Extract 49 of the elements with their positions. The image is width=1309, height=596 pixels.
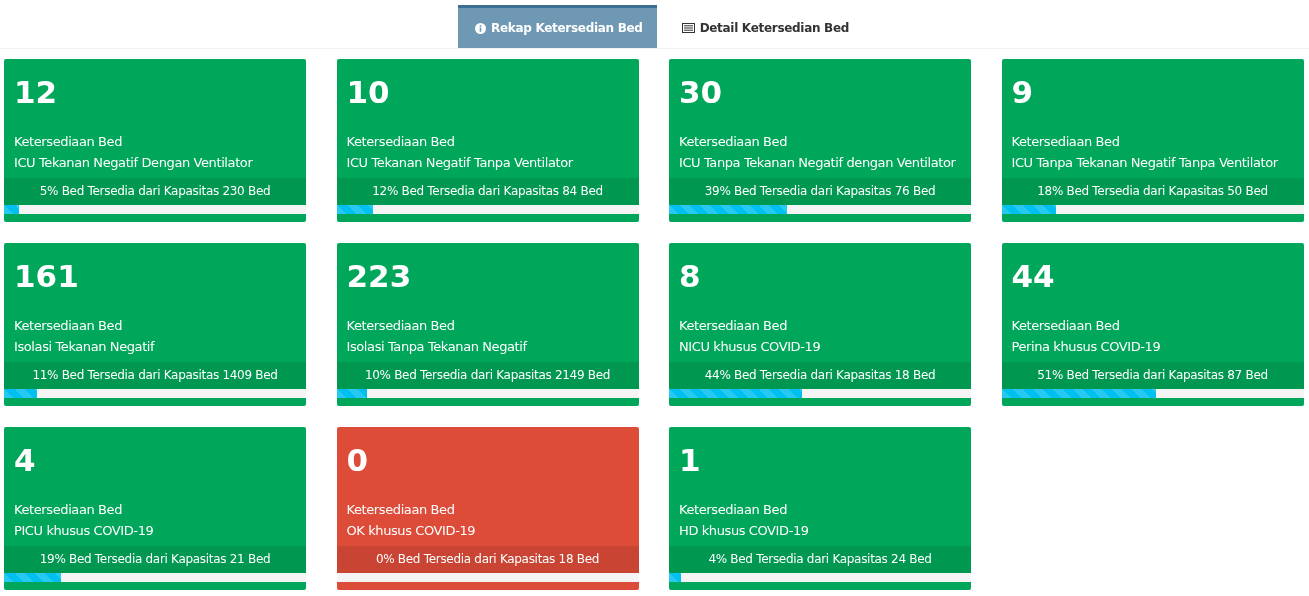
capacity-text: 10% Bed Tersedia dari Kapasitas 2149 Bed <box>336 362 639 389</box>
bed-count: 1 <box>678 441 702 480</box>
capacity-text: 4% Bed Tersedia dari Kapasitas 24 Bed <box>669 546 971 573</box>
card-title: Ketersediaan Bed <box>678 133 789 151</box>
bed-category: Isolasi Tekanan Negatif <box>13 338 156 356</box>
bed-category: NICU khusus COVID-19 <box>678 338 822 356</box>
bed-count: 9 <box>1010 73 1035 112</box>
capacity-text: 18% Bed Tersedia dari Kapasitas 50 Bed <box>1001 178 1304 205</box>
capacity-text: 51% Bed Tersedia dari Kapasitas 87 Bed <box>1001 362 1304 389</box>
list-icon <box>681 23 695 33</box>
tab-label: Detail Ketersedian Bed <box>699 21 850 35</box>
card-title: Ketersediaan Bed <box>1010 317 1121 335</box>
card-title: Ketersediaan Bed <box>13 501 124 519</box>
bed-count: 12 <box>13 73 59 112</box>
bed-count: 8 <box>678 257 702 296</box>
bed-category: HD khusus COVID-19 <box>678 522 810 540</box>
bed-category: Isolasi Tanpa Tekanan Negatif <box>345 338 529 356</box>
card-title: Ketersediaan Bed <box>678 317 789 335</box>
bed-category: ICU Tekanan Negatif Tanpa Ventilator <box>345 154 574 172</box>
capacity-text: 44% Bed Tersedia dari Kapasitas 18 Bed <box>669 362 971 389</box>
tab[interactable]: Detail Ketersedian Bed <box>664 5 864 48</box>
info-icon <box>475 22 486 34</box>
bed-count: 30 <box>678 73 724 112</box>
capacity-text: 11% Bed Tersedia dari Kapasitas 1409 Bed <box>4 362 306 389</box>
card-title: Ketersediaan Bed <box>345 133 456 151</box>
bed-category: Perina khusus COVID-19 <box>1010 338 1162 356</box>
capacity-text: 12% Bed Tersedia dari Kapasitas 84 Bed <box>336 178 639 205</box>
capacity-text: 39% Bed Tersedia dari Kapasitas 76 Bed <box>669 178 971 205</box>
card-title: Ketersediaan Bed <box>13 133 124 151</box>
card-title: Ketersediaan Bed <box>345 317 456 335</box>
bed-count: 4 <box>13 441 37 480</box>
capacity-text: 5% Bed Tersedia dari Kapasitas 230 Bed <box>4 178 306 205</box>
bed-category: ICU Tekanan Negatif Dengan Ventilator <box>13 154 254 172</box>
bed-category: ICU Tanpa Tekanan Negatif dengan Ventilator <box>678 154 957 172</box>
bed-count: 44 <box>1010 257 1056 296</box>
card-title: Ketersediaan Bed <box>1010 133 1121 151</box>
bed-count: 161 <box>13 257 80 296</box>
capacity-text: 0% Bed Tersedia dari Kapasitas 18 Bed <box>336 546 639 573</box>
bed-count: 223 <box>345 257 413 296</box>
tab-label: Rekap Ketersedian Bed <box>491 21 643 35</box>
bed-count: 0 <box>345 441 370 480</box>
bed-category: OK khusus COVID-19 <box>345 522 477 540</box>
capacity-text: 19% Bed Tersedia dari Kapasitas 21 Bed <box>4 546 306 573</box>
bed-category: PICU khusus COVID-19 <box>13 522 155 540</box>
bed-count: 10 <box>345 73 391 112</box>
card-title: Ketersediaan Bed <box>13 317 124 335</box>
card-title: Ketersediaan Bed <box>345 501 456 519</box>
card-title: Ketersediaan Bed <box>678 501 789 519</box>
bed-category: ICU Tanpa Tekanan Negatif Tanpa Ventilator <box>1010 154 1279 172</box>
